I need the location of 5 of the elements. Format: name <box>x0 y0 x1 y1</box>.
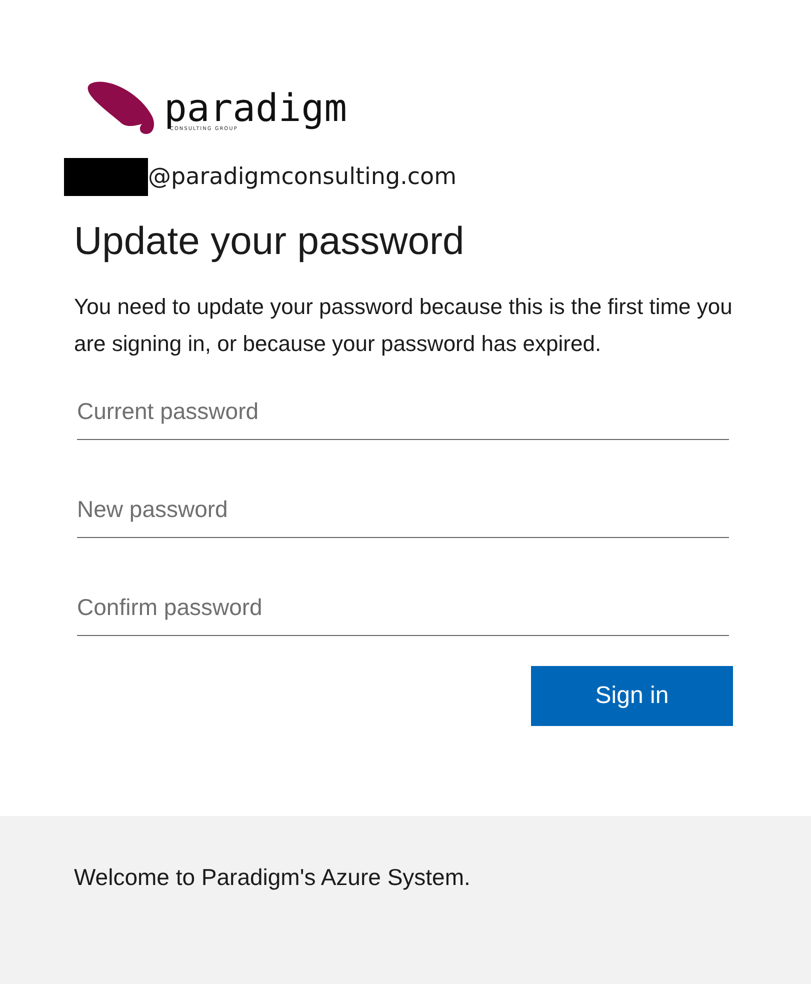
account-email: @paradigmconsulting.com <box>148 164 457 190</box>
sign-in-button[interactable]: Sign in <box>531 666 733 726</box>
page-title: Update your password <box>74 219 466 265</box>
description: You need to update your password because this is the first time you are signing in, or because your password has expired. <box>74 293 733 358</box>
footer-text: Welcome to Paradigm's Azure System. <box>74 864 470 890</box>
